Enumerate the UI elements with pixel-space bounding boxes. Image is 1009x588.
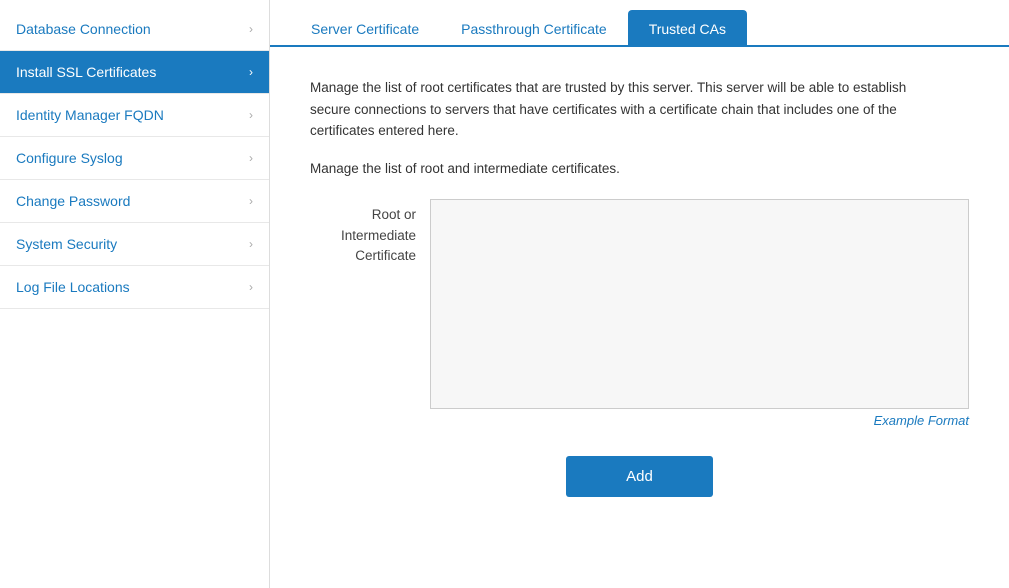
sidebar-item-configure-syslog[interactable]: Configure Syslog › <box>0 137 269 180</box>
example-format-row: Example Format <box>310 413 969 428</box>
sidebar-item-label: Database Connection <box>16 21 151 37</box>
add-button[interactable]: Add <box>566 456 713 497</box>
sidebar-item-change-password[interactable]: Change Password › <box>0 180 269 223</box>
sidebar-item-label: System Security <box>16 236 117 252</box>
sidebar-item-label: Configure Syslog <box>16 150 123 166</box>
sidebar-item-label: Identity Manager FQDN <box>16 107 164 123</box>
chevron-icon: › <box>249 22 253 36</box>
add-button-row: Add <box>310 456 969 497</box>
chevron-icon: › <box>249 194 253 208</box>
tab-trusted-cas[interactable]: Trusted CAs <box>628 10 747 47</box>
sidebar-item-label: Install SSL Certificates <box>16 64 156 80</box>
chevron-icon: › <box>249 280 253 294</box>
sidebar-item-identity-manager-fqdn[interactable]: Identity Manager FQDN › <box>0 94 269 137</box>
tab-server-certificate[interactable]: Server Certificate <box>290 10 440 47</box>
form-row: Root orIntermediateCertificate <box>310 199 969 409</box>
chevron-icon: › <box>249 151 253 165</box>
sidebar-item-database-connection[interactable]: Database Connection › <box>0 8 269 51</box>
sidebar-item-log-file-locations[interactable]: Log File Locations › <box>0 266 269 309</box>
chevron-icon: › <box>249 237 253 251</box>
content-area: Manage the list of root certificates tha… <box>270 47 1009 588</box>
main-content: Server Certificate Passthrough Certifica… <box>270 0 1009 588</box>
sidebar-item-system-security[interactable]: System Security › <box>0 223 269 266</box>
chevron-icon: › <box>249 65 253 79</box>
tab-passthrough-certificate[interactable]: Passthrough Certificate <box>440 10 628 47</box>
example-format-link[interactable]: Example Format <box>874 413 969 428</box>
description-1: Manage the list of root certificates tha… <box>310 77 930 142</box>
sidebar: Database Connection › Install SSL Certif… <box>0 0 270 588</box>
sidebar-item-label: Change Password <box>16 193 130 209</box>
description-2: Manage the list of root and intermediate… <box>310 158 930 180</box>
sidebar-item-install-ssl-certificates[interactable]: Install SSL Certificates › <box>0 51 269 94</box>
chevron-icon: › <box>249 108 253 122</box>
tabs-bar: Server Certificate Passthrough Certifica… <box>270 0 1009 47</box>
certificate-textarea[interactable] <box>430 199 969 409</box>
sidebar-item-label: Log File Locations <box>16 279 130 295</box>
form-label: Root orIntermediateCertificate <box>310 199 430 266</box>
